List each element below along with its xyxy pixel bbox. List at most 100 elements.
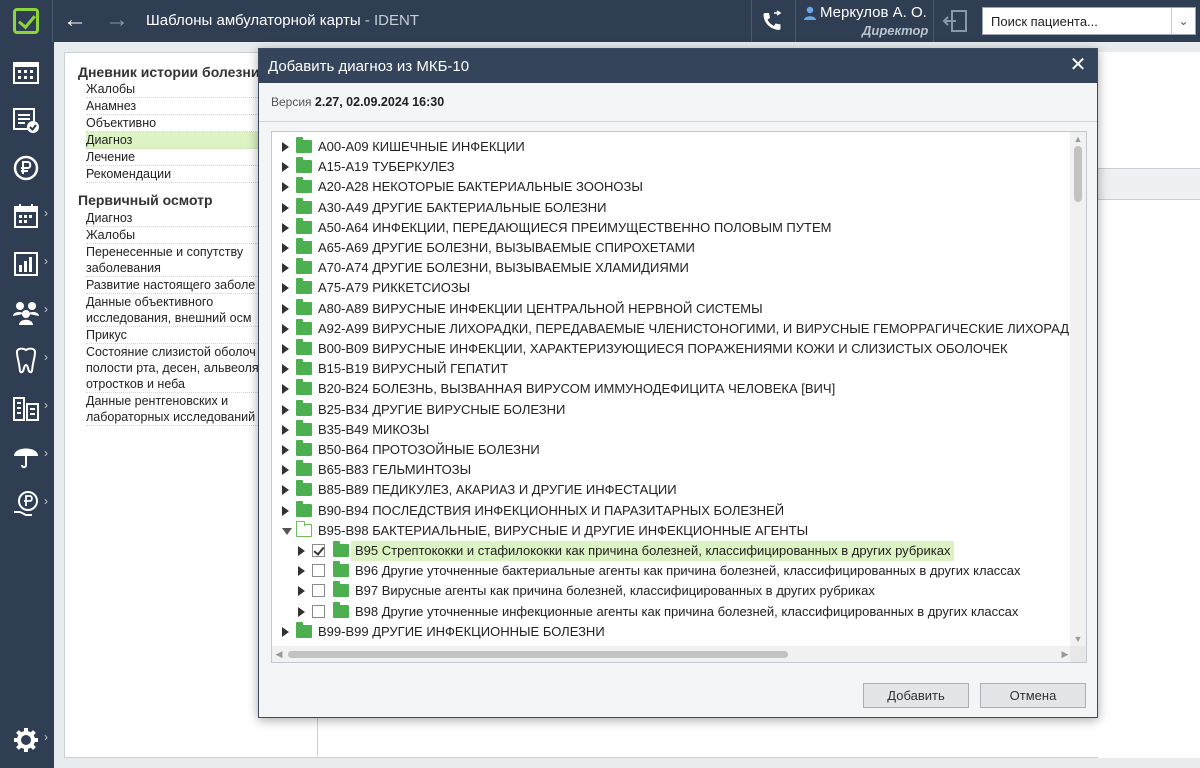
expand-closed-icon[interactable] [282, 263, 289, 274]
left-sidebar: › › › › › › › › [0, 42, 54, 768]
expand-closed-icon[interactable] [282, 202, 289, 213]
tree-group-node[interactable]: B50-B64 ПРОТОЗОЙНЫЕ БОЛЕЗНИ [272, 440, 1070, 460]
sidebar-item-reports[interactable]: › [0, 242, 54, 282]
scroll-up-icon[interactable]: ▲ [1070, 132, 1086, 146]
sidebar-item-dental[interactable]: › [0, 338, 54, 378]
expand-closed-icon[interactable] [282, 323, 289, 334]
node-label: B15-B19 ВИРУСНЫЙ ГЕПАТИТ [318, 361, 509, 377]
patient-search-input[interactable]: Поиск пациента... ⌄ [982, 7, 1196, 35]
exit-icon[interactable] [942, 8, 970, 34]
tree-group-node[interactable]: A50-A64 ИНФЕКЦИИ, ПЕРЕДАЮЩИЕСЯ ПРЕИМУЩЕС… [272, 217, 1070, 238]
expand-closed-icon[interactable] [282, 485, 289, 496]
sidebar-item-warehouse[interactable]: › [0, 386, 54, 426]
close-icon[interactable]: ✕ [1067, 54, 1089, 76]
app-logo[interactable] [0, 0, 52, 42]
folder-icon [296, 278, 312, 295]
tree-section-primary-exam[interactable]: Первичный осмотр [78, 192, 213, 208]
sidebar-item-tasks[interactable] [0, 98, 54, 138]
node-checkbox[interactable] [312, 564, 325, 578]
sidebar-item-calendar[interactable]: › [0, 194, 54, 234]
tree-section-diary[interactable]: Дневник истории болезни [78, 64, 259, 80]
expand-closed-icon[interactable] [282, 162, 289, 173]
tree-group-node[interactable]: B85-B89 ПЕДИКУЛЕЗ, АКАРИАЗ И ДРУГИЕ ИНФЕ… [272, 480, 1070, 500]
folder-icon [296, 217, 312, 234]
expand-closed-icon[interactable] [298, 566, 305, 577]
expand-closed-icon[interactable] [298, 546, 305, 556]
tree-group-node[interactable]: A30-A49 ДРУГИЕ БАКТЕРИАЛЬНЫЕ БОЛЕЗНИ [272, 197, 1070, 218]
tree-group-node[interactable]: A75-A79 РИККЕТСИОЗЫ [272, 278, 1070, 298]
divider [751, 0, 752, 42]
tree-group-node[interactable]: A70-A74 ДРУГИЕ БОЛЕЗНИ, ВЫЗЫВАЕМЫЕ ХЛАМИ… [272, 258, 1070, 278]
version-value: 2.27, 02.09.2024 16:30 [314, 95, 445, 109]
node-checkbox[interactable] [312, 604, 325, 618]
expand-closed-icon[interactable] [282, 424, 289, 435]
expand-closed-icon[interactable] [282, 303, 289, 314]
back-arrow-icon[interactable]: ← [62, 8, 88, 34]
phone-icon[interactable] [760, 10, 784, 32]
forward-arrow-icon[interactable]: → [104, 8, 130, 34]
expand-closed-icon[interactable] [282, 283, 289, 294]
scrollbar-thumb[interactable] [288, 651, 788, 658]
tree-group-node[interactable]: B90-B94 ПОСЛЕДСТВИЯ ИНФЕКЦИОННЫХ И ПАРАЗ… [272, 500, 1070, 521]
version-info: Версия 2.27, 02.09.2024 16:30 [271, 95, 444, 109]
tree-group-node[interactable]: B65-B83 ГЕЛЬМИНТОЗЫ [272, 460, 1070, 480]
chevron-down-icon[interactable]: ⌄ [1171, 8, 1195, 34]
chevron-right-icon: › [44, 494, 48, 508]
expand-closed-icon[interactable] [282, 182, 289, 193]
folder-icon [296, 500, 312, 517]
tree-group-node[interactable]: B99-B99 ДРУГИЕ ИНФЕКЦИОННЫЕ БОЛЕЗНИ [272, 621, 1070, 642]
tree-child-node[interactable]: B97 Вирусные агенты как причина болезней… [272, 581, 1070, 601]
sidebar-item-finance[interactable] [0, 146, 54, 186]
sidebar-item-schedule[interactable] [0, 52, 54, 92]
scroll-down-icon[interactable]: ▼ [1070, 632, 1086, 646]
folder-icon [296, 177, 312, 194]
folder-icon [296, 298, 312, 315]
tree-group-node[interactable]: B25-B34 ДРУГИЕ ВИРУСНЫЕ БОЛЕЗНИ [272, 399, 1070, 420]
expand-closed-icon[interactable] [282, 465, 289, 476]
chevron-right-icon: › [44, 254, 48, 268]
tree-group-node[interactable]: A80-A89 ВИРУСНЫЕ ИНФЕКЦИИ ЦЕНТРАЛЬНОЙ НЕ… [272, 298, 1070, 319]
expand-closed-icon[interactable] [282, 404, 289, 415]
expand-closed-icon[interactable] [282, 142, 289, 152]
scroll-left-icon[interactable]: ◀ [272, 646, 286, 662]
expand-closed-icon[interactable] [298, 586, 305, 597]
folder-icon [296, 359, 312, 376]
add-button[interactable]: Добавить [863, 683, 969, 708]
tooth-icon [15, 347, 37, 374]
expand-open-icon[interactable] [282, 527, 292, 535]
tree-group-node[interactable]: B00-B09 ВИРУСНЫЕ ИНФЕКЦИИ, ХАРАКТЕРИЗУЮЩ… [272, 339, 1070, 359]
sidebar-item-insurance[interactable]: › [0, 434, 54, 474]
expand-closed-icon[interactable] [282, 384, 289, 395]
tree-group-node[interactable]: A92-A99 ВИРУСНЫЕ ЛИХОРАДКИ, ПЕРЕДАВАЕМЫЕ… [272, 318, 1086, 339]
tree-group-node[interactable]: A00-A09 КИШЕЧНЫЕ ИНФЕКЦИИ [272, 137, 1070, 157]
sidebar-item-settings[interactable]: › [0, 718, 54, 758]
sidebar-item-payments[interactable]: › [0, 482, 54, 522]
node-label: A30-A49 ДРУГИЕ БАКТЕРИАЛЬНЫЕ БОЛЕЗНИ [318, 199, 607, 215]
vertical-scrollbar[interactable]: ▲ ▼ [1070, 132, 1086, 646]
node-checkbox[interactable] [312, 584, 325, 598]
expand-closed-icon[interactable] [282, 505, 289, 516]
expand-closed-icon[interactable] [282, 243, 289, 253]
tree-group-node[interactable]: B15-B19 ВИРУСНЫЙ ГЕПАТИТ [272, 359, 1070, 379]
cancel-button[interactable]: Отмена [980, 683, 1086, 708]
tree-child-node[interactable]: B98 Другие уточненные инфекционные агент… [272, 601, 1070, 622]
tree-child-node[interactable]: B96 Другие уточненные бактериальные аген… [272, 561, 1070, 581]
expand-closed-icon[interactable] [282, 626, 289, 637]
tree-group-node[interactable]: A65-A69 ДРУГИЕ БОЛЕЗНИ, ВЫЗЫВАЕМЫЕ СПИРО… [272, 238, 1070, 258]
tree-group-node[interactable]: A15-A19 ТУБЕРКУЛЕЗ [272, 157, 1070, 177]
expand-closed-icon[interactable] [282, 445, 289, 455]
expand-closed-icon[interactable] [282, 344, 289, 354]
node-checkbox[interactable] [312, 544, 325, 557]
tree-group-node[interactable]: B20-B24 БОЛЕЗНЬ, ВЫЗВАННАЯ ВИРУСОМ ИММУН… [272, 379, 1070, 399]
expand-closed-icon[interactable] [298, 606, 305, 617]
tree-child-node[interactable]: B95 Стрептококки и стафилококки как прич… [272, 541, 1070, 561]
user-name[interactable]: Меркулов А. О. [820, 4, 927, 21]
sidebar-item-patients[interactable]: › [0, 290, 54, 330]
horizontal-scrollbar[interactable]: ◀ ▶ [272, 646, 1072, 662]
scrollbar-thumb[interactable] [1074, 146, 1082, 202]
expand-closed-icon[interactable] [282, 364, 289, 375]
tree-group-node[interactable]: B35-B49 МИКОЗЫ [272, 419, 1070, 440]
expand-closed-icon[interactable] [282, 222, 289, 233]
tree-group-node[interactable]: B95-B98 БАКТЕРИАЛЬНЫЕ, ВИРУСНЫЕ И ДРУГИЕ… [272, 520, 1070, 541]
tree-group-node[interactable]: A20-A28 НЕКОТОРЫЕ БАКТЕРИАЛЬНЫЕ ЗООНОЗЫ [272, 177, 1070, 197]
